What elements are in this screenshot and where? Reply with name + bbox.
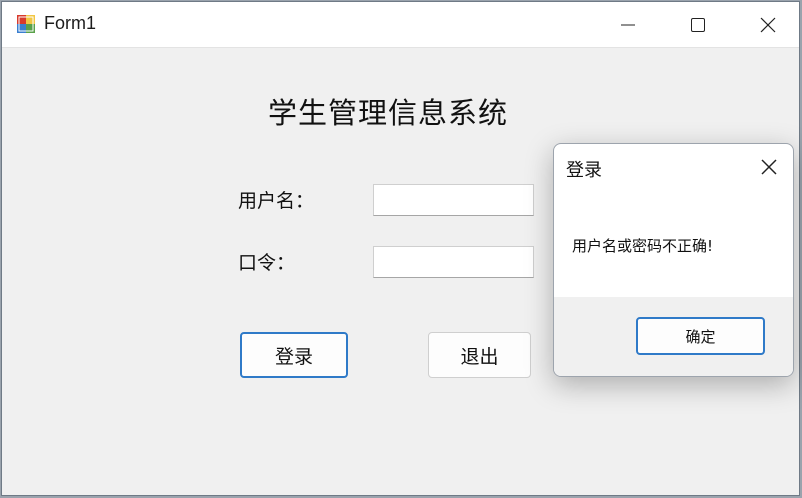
password-label: 口令： xyxy=(238,252,296,274)
dialog-title: 登录 xyxy=(566,160,602,181)
ok-button[interactable]: 确定 xyxy=(636,317,765,355)
password-field-box[interactable] xyxy=(373,246,534,278)
minimize-icon xyxy=(620,17,636,33)
login-message-dialog: 登录 用户名或密码不正确! 确定 xyxy=(553,143,794,377)
login-button[interactable]: 登录 xyxy=(240,332,348,378)
username-field[interactable] xyxy=(374,185,533,215)
close-icon xyxy=(758,159,780,182)
username-label: 用户名： xyxy=(238,190,315,212)
maximize-icon xyxy=(690,17,706,33)
maximize-button[interactable] xyxy=(664,2,732,48)
app-icon xyxy=(16,14,36,34)
exit-button[interactable]: 退出 xyxy=(428,332,531,378)
dialog-footer: 确定 xyxy=(554,297,793,376)
window-title: Form1 xyxy=(44,13,97,33)
system-title: 学生管理信息系统 xyxy=(268,96,509,130)
minimize-button[interactable] xyxy=(594,2,662,48)
username-field-box[interactable] xyxy=(373,184,534,216)
close-button[interactable] xyxy=(734,2,799,48)
window-titlebar[interactable]: Form1 xyxy=(2,2,799,48)
dialog-message: 用户名或密码不正确! xyxy=(572,237,714,255)
dialog-close-button[interactable] xyxy=(758,156,780,178)
password-field[interactable] xyxy=(374,247,533,277)
close-icon xyxy=(760,17,776,33)
